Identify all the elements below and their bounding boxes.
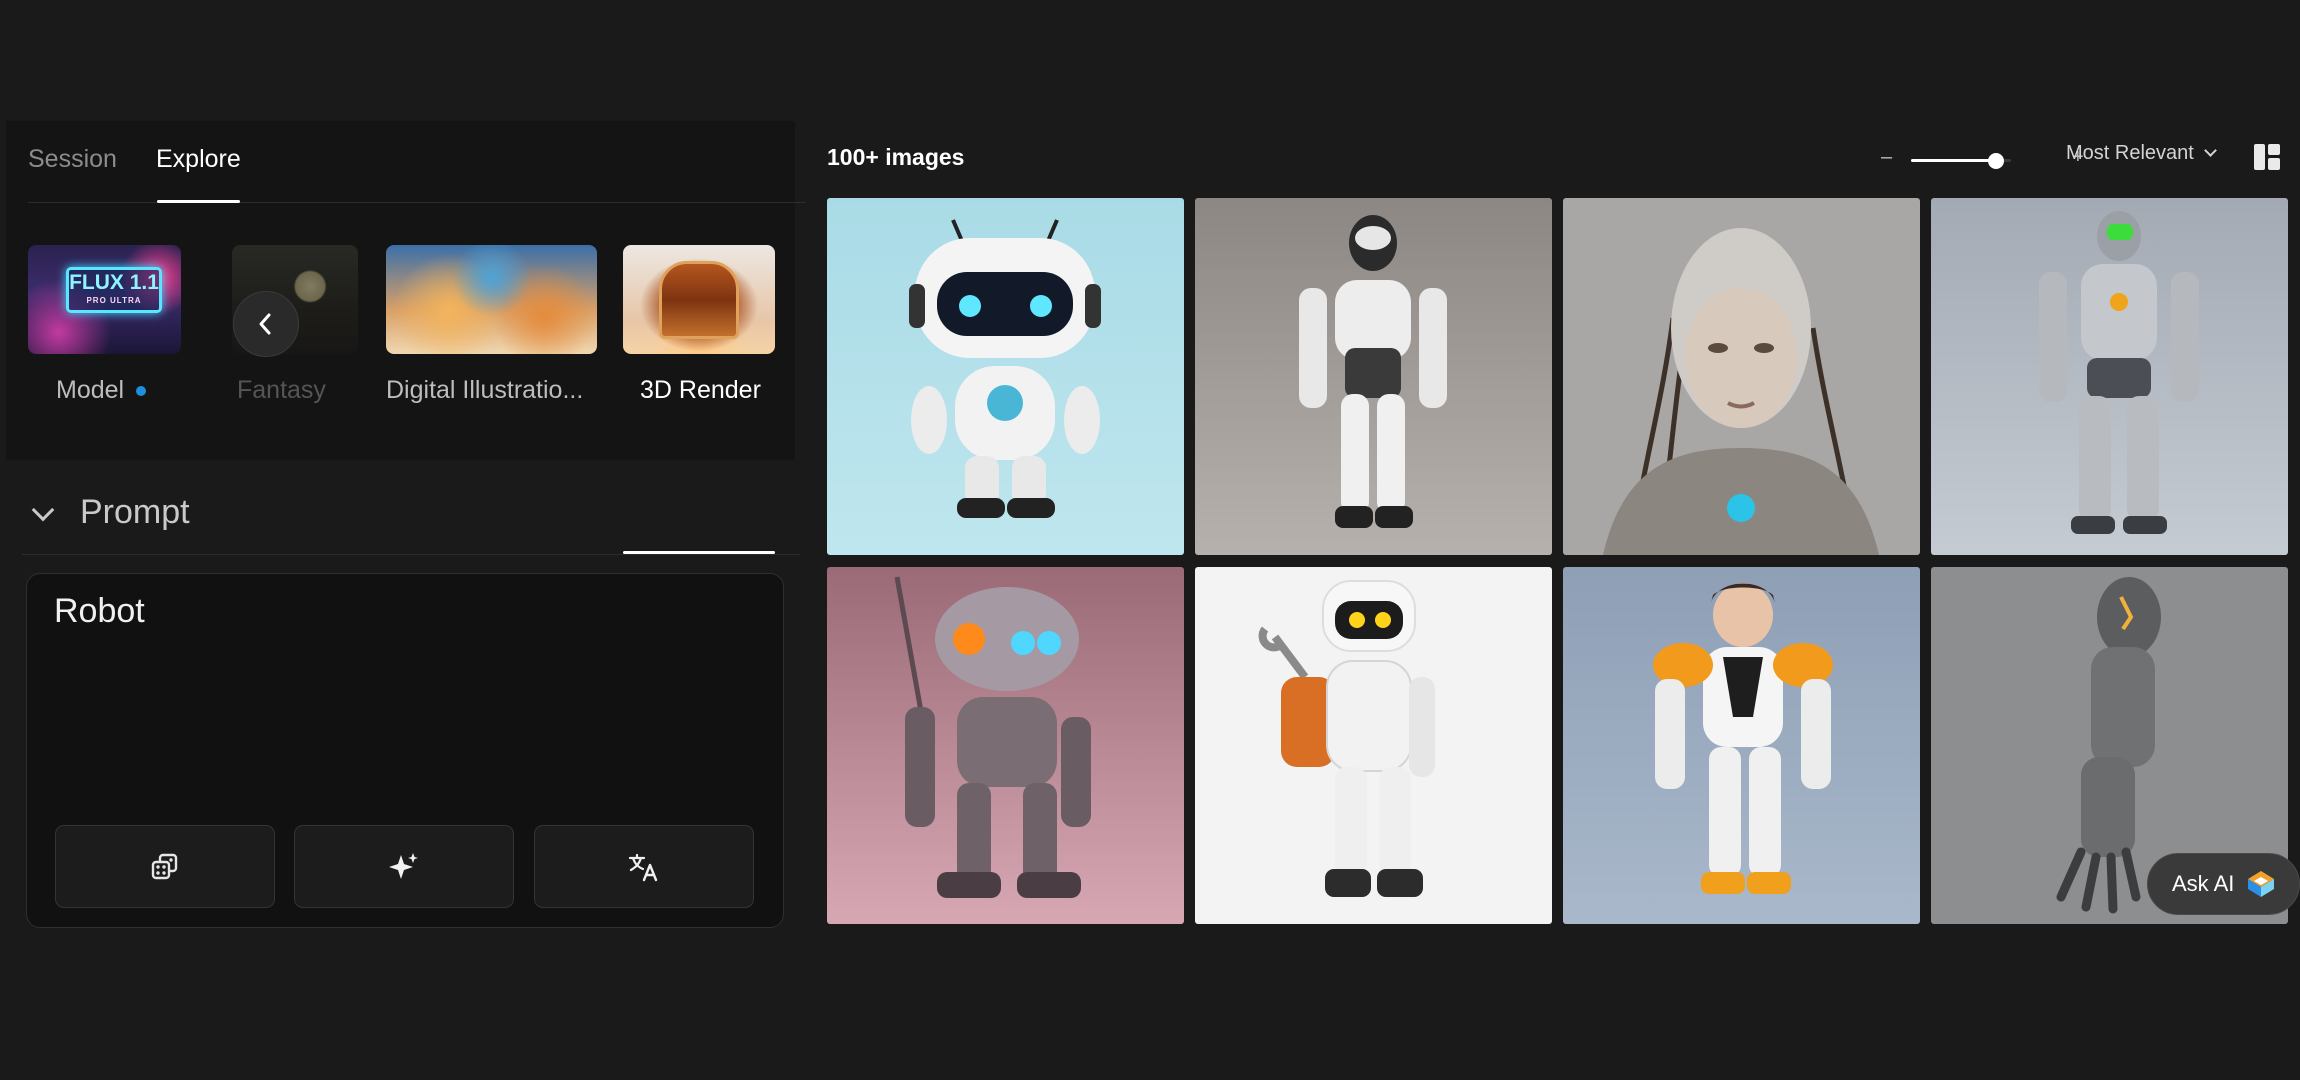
- gallery-image-7[interactable]: [1563, 567, 1920, 924]
- ask-ai-button[interactable]: Ask AI: [2147, 853, 2300, 915]
- zoom-out-button[interactable]: –: [1881, 146, 1892, 169]
- translate-prompt-button[interactable]: [534, 825, 754, 908]
- zoom-slider[interactable]: [1911, 153, 2011, 169]
- prompt-section-toggle[interactable]: Prompt: [30, 491, 190, 533]
- ask-ai-label: Ask AI: [2172, 871, 2235, 896]
- boy-mech-suit-image: [1563, 567, 1920, 924]
- masonry-layout-icon[interactable]: [2254, 144, 2280, 170]
- gallery-image-6[interactable]: [1195, 567, 1552, 924]
- cyborg-woman-image: [1563, 198, 1920, 555]
- sparkle-icon: [389, 852, 418, 879]
- style-label-fantasy: Fantasy: [237, 376, 326, 404]
- model-thumbnail: FLUX 1.1 PRO ULTRA: [28, 245, 181, 354]
- zoom-slider-fill: [1911, 159, 1996, 162]
- sort-label: Most Relevant: [2066, 142, 2194, 164]
- white-humanoid-robot-image: [1195, 198, 1552, 555]
- gallery-image-1[interactable]: [827, 198, 1184, 555]
- treasure-chest-image: [659, 261, 739, 339]
- image-grid: [827, 198, 2297, 924]
- style-label-3d-render: 3D Render: [640, 376, 761, 404]
- zoom-slider-handle[interactable]: [1988, 153, 2004, 169]
- zoom-control: – +: [1881, 146, 2084, 172]
- digital-illustration-thumbnail: [386, 245, 597, 354]
- gallery-header: 100+ images – + Most Relevant: [827, 140, 2297, 176]
- random-prompt-button[interactable]: [55, 825, 275, 908]
- image-count: 100+ images: [827, 144, 965, 170]
- prompt-text[interactable]: Robot: [54, 592, 145, 631]
- prompt-input[interactable]: Robot: [26, 573, 784, 928]
- style-carousel: FLUX 1.1 PRO ULTRA Model Fantasy Digital…: [0, 120, 800, 555]
- flux-logo-sign: FLUX 1.1 PRO ULTRA: [66, 267, 162, 313]
- enhance-prompt-button[interactable]: [294, 825, 514, 908]
- gallery-image-4[interactable]: [1931, 198, 2288, 555]
- gallery-image-3[interactable]: [1563, 198, 1920, 555]
- prompt-title: Prompt: [80, 492, 190, 531]
- style-label-model: Model: [56, 375, 147, 405]
- active-model-badge: [136, 386, 147, 397]
- chevron-left-icon: [259, 313, 271, 335]
- 3d-render-thumbnail: [623, 245, 775, 354]
- translate-icon: [628, 853, 658, 881]
- selected-style-indicator: [623, 551, 775, 554]
- style-label-digital-illustration: Digital Illustratio...: [386, 376, 584, 404]
- sort-dropdown[interactable]: Most Relevant: [2066, 142, 2217, 165]
- chevron-down-icon: [30, 499, 56, 525]
- silver-robot-green-visor-image: [1931, 198, 2288, 555]
- dice-icon: [151, 853, 178, 879]
- gallery-image-5[interactable]: [827, 567, 1184, 924]
- pink-retro-robot-image: [827, 567, 1184, 924]
- ask-ai-logo-icon: [2248, 871, 2275, 897]
- wrench-robot-image: [1195, 567, 1552, 924]
- carousel-prev-button[interactable]: [233, 291, 299, 357]
- chevron-down-icon: [2203, 144, 2217, 157]
- style-divider: [22, 554, 800, 555]
- gallery-image-2[interactable]: [1195, 198, 1552, 555]
- cute-robot-image: [827, 198, 1184, 555]
